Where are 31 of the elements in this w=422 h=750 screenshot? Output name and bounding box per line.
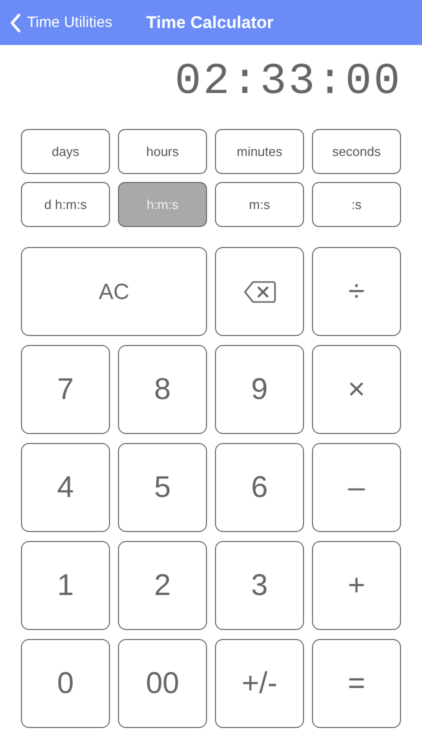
keypad-button[interactable]: 5 xyxy=(118,443,207,532)
format-button[interactable]: d h:m:s xyxy=(21,182,110,227)
keypad-button[interactable]: 0 xyxy=(21,639,110,728)
keypad-button[interactable]: 1 xyxy=(21,541,110,630)
keypad-button[interactable]: 00 xyxy=(118,639,207,728)
format-button[interactable]: m:s xyxy=(215,182,304,227)
format-button[interactable]: hours xyxy=(118,129,207,174)
keypad-button[interactable]: – xyxy=(312,443,401,532)
keypad-button[interactable]: 6 xyxy=(215,443,304,532)
backspace-button[interactable] xyxy=(215,247,304,336)
keypad-button[interactable]: + xyxy=(312,541,401,630)
screen-title: Time Calculator xyxy=(146,12,274,32)
keypad-button[interactable]: 9 xyxy=(215,345,304,434)
keypad-button[interactable]: × xyxy=(312,345,401,434)
keypad-button[interactable]: 4 xyxy=(21,443,110,532)
keypad-button[interactable]: +/- xyxy=(215,639,304,728)
clear-button[interactable]: AC xyxy=(21,247,207,336)
chevron-left-icon xyxy=(10,12,21,32)
keypad-button[interactable]: 3 xyxy=(215,541,304,630)
keypad-button[interactable]: 8 xyxy=(118,345,207,434)
back-link[interactable]: Time Utilities xyxy=(10,12,112,32)
keypad-button[interactable]: 2 xyxy=(118,541,207,630)
format-button[interactable]: days xyxy=(21,129,110,174)
format-button[interactable]: seconds xyxy=(312,129,401,174)
keypad-button[interactable]: ÷ xyxy=(312,247,401,336)
format-button[interactable]: minutes xyxy=(215,129,304,174)
time-display: 02:33:00 xyxy=(174,57,402,107)
keypad-button[interactable]: 7 xyxy=(21,345,110,434)
backspace-icon xyxy=(242,280,276,304)
keypad-button[interactable]: = xyxy=(312,639,401,728)
format-button[interactable]: :s xyxy=(312,182,401,227)
